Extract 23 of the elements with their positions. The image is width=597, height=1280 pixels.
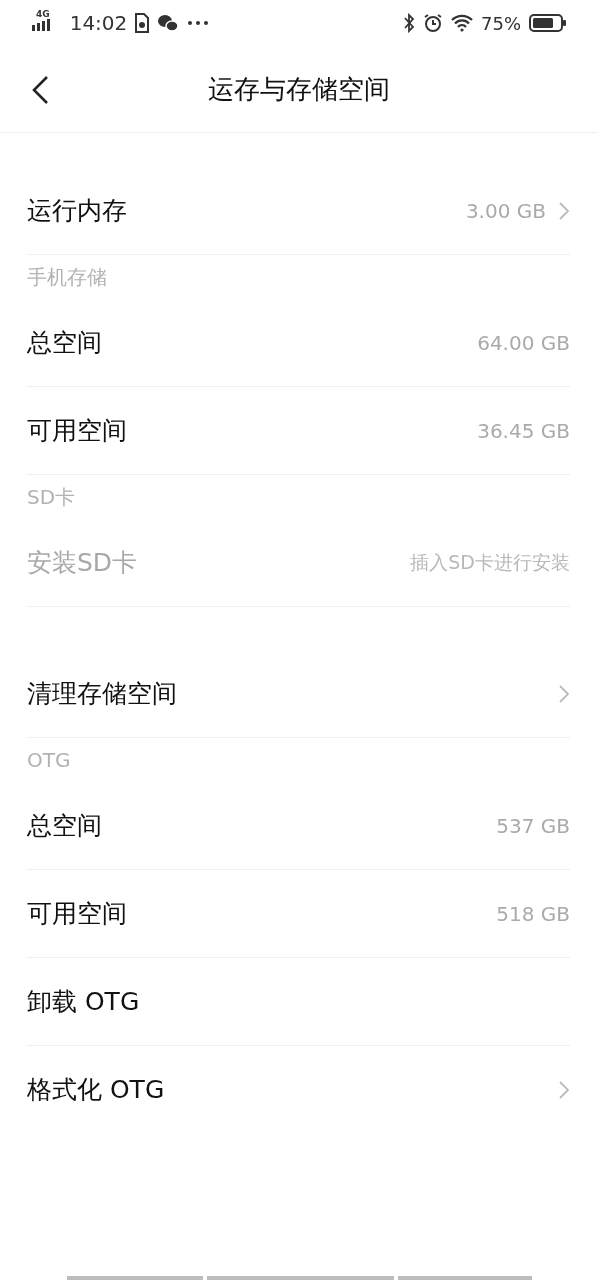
status-time: 14:02 <box>69 11 128 35</box>
settings-row[interactable]: 总空间 537 GB <box>27 782 570 870</box>
settings-row[interactable]: 总空间 64.00 GB <box>27 299 570 387</box>
section-header: SD卡 <box>27 483 77 511</box>
more-icon <box>187 20 210 26</box>
settings-row[interactable]: 清理存储空间 <box>27 650 570 738</box>
wifi-icon <box>451 14 473 32</box>
network-type: 4G <box>36 9 50 19</box>
settings-row[interactable]: 可用空间 518 GB <box>27 870 570 958</box>
settings-row[interactable]: 可用空间 36.45 GB <box>27 387 570 475</box>
settings-row[interactable]: 运行内存 3.00 GB <box>27 167 570 255</box>
chat-icon <box>157 13 180 33</box>
battery-percent: 75% <box>481 12 521 34</box>
battery-icon <box>529 14 567 32</box>
section-header: OTG <box>27 747 72 774</box>
section-header: 手机存储 <box>27 263 108 291</box>
alarm-icon <box>423 13 443 33</box>
settings-row[interactable]: 卸载 OTG <box>27 958 570 1046</box>
back-icon <box>31 75 49 105</box>
page-title: 运存与存储空间 <box>207 72 390 106</box>
sim-card-icon <box>135 13 150 33</box>
bluetooth-icon <box>403 13 415 33</box>
settings-row[interactable]: 格式化 OTG <box>27 1046 570 1133</box>
